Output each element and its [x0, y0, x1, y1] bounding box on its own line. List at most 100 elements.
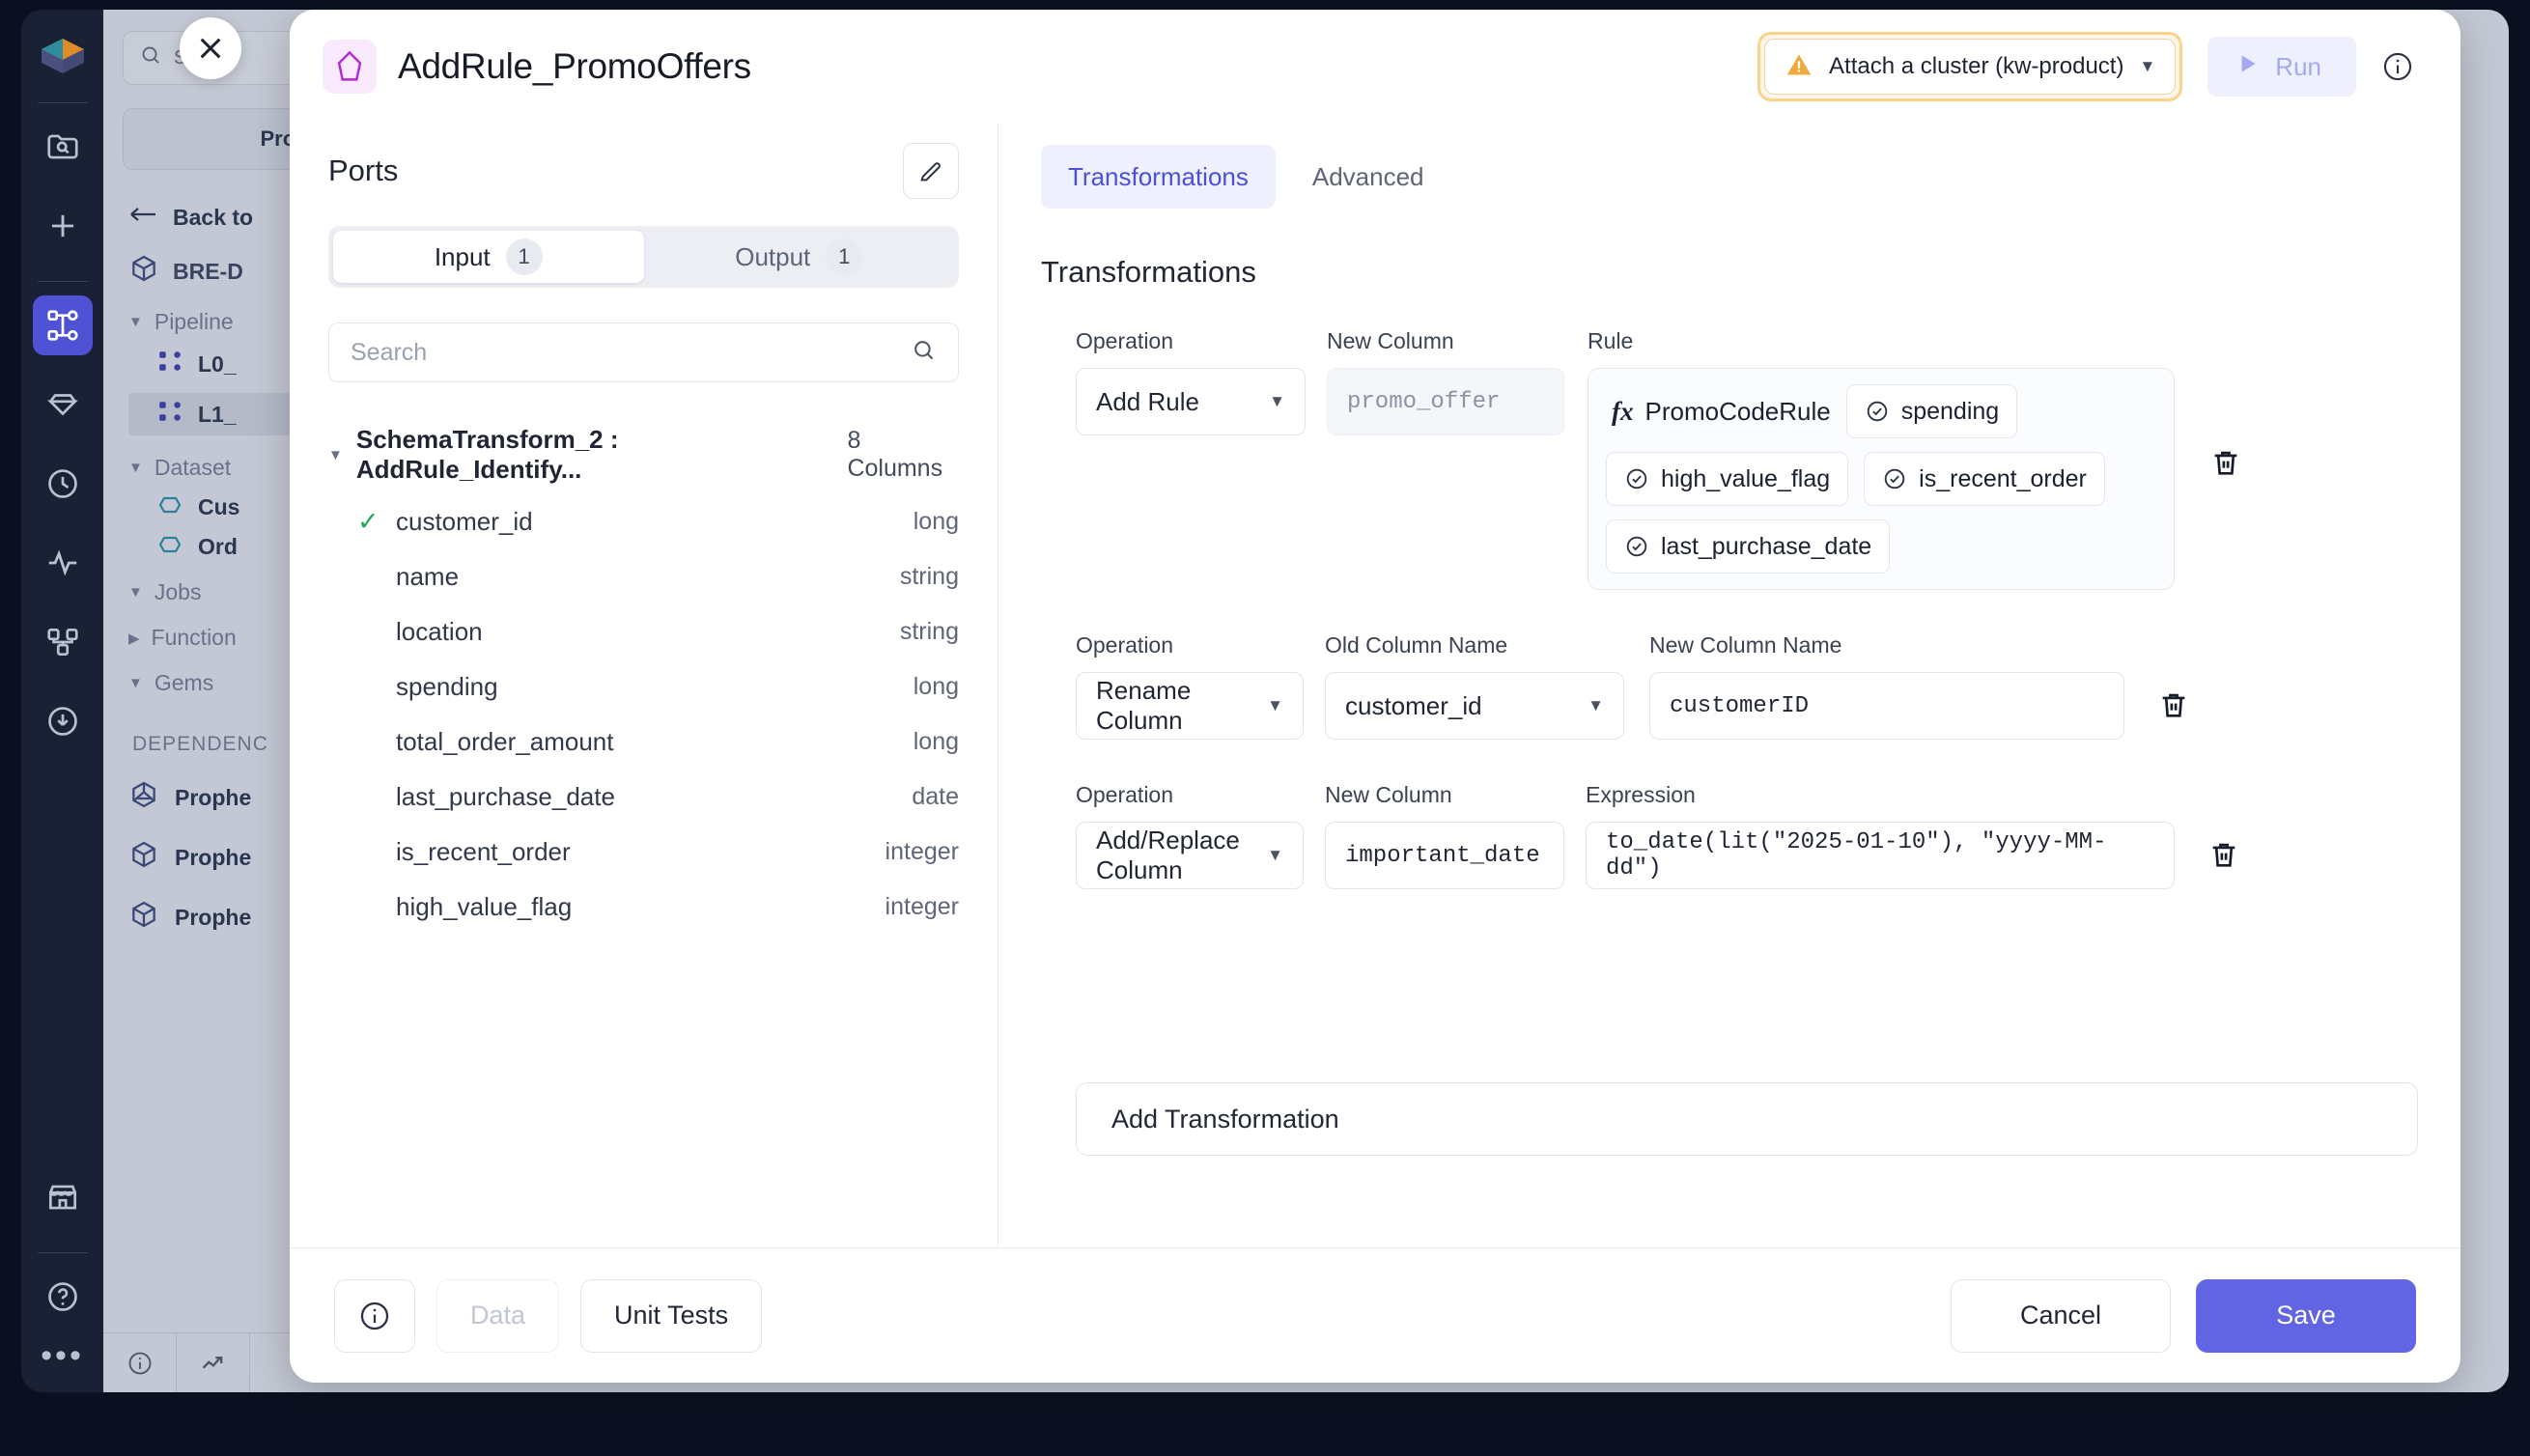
- chevron-down-icon: ▼: [1588, 696, 1604, 714]
- rule-label: Rule: [1588, 328, 1634, 353]
- schema-columns-count: 8 Columns: [847, 427, 943, 482]
- rule-function[interactable]: fx PromoCodeRule: [1606, 397, 1831, 427]
- tab-advanced[interactable]: Advanced: [1285, 145, 1451, 209]
- storefront-icon[interactable]: [33, 1167, 93, 1227]
- gem-config-modal: AddRule_PromoOffers Attach a cluster (kw…: [290, 10, 2460, 1383]
- caret-down-icon: ▼: [128, 584, 143, 601]
- rule-chip[interactable]: is_recent_order: [1864, 452, 2105, 506]
- ports-search[interactable]: [328, 322, 959, 382]
- delete-transformation-button[interactable]: [2200, 436, 2252, 489]
- diamond-icon[interactable]: [33, 375, 93, 434]
- column-type: long: [913, 673, 959, 700]
- tree-group-label: Jobs: [154, 579, 202, 604]
- tree-group-label: Function: [151, 625, 237, 650]
- plus-icon[interactable]: [33, 196, 93, 256]
- data-button[interactable]: Data: [436, 1278, 560, 1353]
- caret-down-icon[interactable]: ▼: [328, 447, 343, 463]
- column-type: date: [912, 783, 959, 810]
- cancel-button[interactable]: Cancel: [1951, 1278, 2171, 1353]
- rule-chip[interactable]: last_purchase_date: [1606, 519, 1891, 574]
- tab-output[interactable]: Output 1: [644, 231, 955, 283]
- column-row[interactable]: last_purchase_date date: [328, 770, 959, 825]
- tab-input[interactable]: Input 1: [333, 231, 644, 283]
- download-circle-icon[interactable]: [33, 691, 93, 751]
- operation-value: Add/Replace Column: [1096, 826, 1240, 884]
- search-icon: [139, 43, 162, 72]
- expression-input[interactable]: to_date(lit("2025-01-10"), "yyyy-MM-dd"): [1586, 822, 2175, 889]
- tree-group-label: Pipeline: [154, 309, 234, 334]
- column-name: high_value_flag: [396, 892, 573, 921]
- clock-icon[interactable]: [33, 454, 93, 514]
- save-button[interactable]: Save: [2196, 1278, 2416, 1353]
- operation-label: Operation: [1076, 782, 1174, 807]
- ports-panel: Ports Input 1 Output 1 Search ▼ SchemaTr…: [290, 124, 998, 1247]
- info-circle-icon[interactable]: [2381, 50, 2414, 83]
- new-column-label: New Column: [1327, 328, 1454, 353]
- transformation-row-add-rule: Operation Add Rule ▼ New Column promo_of…: [1076, 328, 2418, 590]
- new-column-name-label: New Column Name: [1649, 632, 1842, 658]
- column-row[interactable]: ✓ customer_id long: [328, 494, 959, 549]
- rule-field: Rule fx PromoCodeRule spending high_valu…: [1588, 328, 2175, 590]
- column-name: is_recent_order: [396, 837, 571, 866]
- column-row[interactable]: location string: [328, 604, 959, 659]
- schema-header-row[interactable]: ▼ SchemaTransform_2 : AddRule_Identify..…: [328, 425, 959, 485]
- folder-search-icon[interactable]: [33, 117, 93, 177]
- old-column-value: customer_id: [1345, 690, 1482, 720]
- ellipsis-icon[interactable]: •••: [41, 1339, 84, 1372]
- attach-cluster-button[interactable]: Attach a cluster (kw-product) ▼: [1764, 39, 2177, 95]
- column-type: string: [899, 563, 959, 590]
- pipeline-icon: [157, 349, 183, 379]
- lineage-icon[interactable]: [33, 612, 93, 672]
- search-input[interactable]: [351, 338, 911, 367]
- operation-select[interactable]: Add Rule ▼: [1076, 368, 1306, 435]
- footer-info-button[interactable]: [334, 1278, 415, 1353]
- operation-select[interactable]: Rename Column ▼: [1076, 672, 1304, 740]
- attach-cluster-label: Attach a cluster (kw-product): [1829, 53, 2124, 79]
- project-root-label: BRE-D: [173, 258, 243, 284]
- run-button[interactable]: Run: [2207, 37, 2356, 97]
- delete-transformation-button[interactable]: [2198, 828, 2250, 881]
- question-circle-icon[interactable]: [33, 1267, 93, 1327]
- new-column-input[interactable]: important_date: [1325, 822, 1564, 889]
- expression-label: Expression: [1586, 782, 1696, 807]
- old-column-select[interactable]: customer_id ▼: [1325, 672, 1624, 740]
- sidebar-item-pipelines[interactable]: [32, 295, 93, 355]
- column-name: location: [396, 617, 483, 646]
- trend-arrow-icon[interactable]: [177, 1332, 250, 1392]
- dependency-label: Prophe: [175, 784, 252, 810]
- delete-transformation-button[interactable]: [2148, 679, 2200, 731]
- column-type: long: [913, 728, 959, 755]
- operation-select[interactable]: Add/Replace Column ▼: [1076, 822, 1304, 889]
- chevron-down-icon: ▼: [1269, 392, 1285, 410]
- column-row[interactable]: spending long: [328, 659, 959, 714]
- chevron-down-icon: ▼: [1267, 846, 1283, 864]
- unit-tests-button[interactable]: Unit Tests: [580, 1278, 763, 1353]
- tab-input-count: 1: [505, 238, 543, 275]
- play-icon: [2235, 50, 2260, 84]
- rule-chip[interactable]: spending: [1845, 384, 2018, 438]
- column-row[interactable]: name string: [328, 549, 959, 604]
- info-circle-icon[interactable]: [103, 1332, 177, 1392]
- rule-chip[interactable]: high_value_flag: [1606, 452, 1849, 506]
- column-row[interactable]: high_value_flag integer: [328, 880, 959, 935]
- operation-label: Operation: [1076, 632, 1174, 658]
- new-column-name-input[interactable]: customerID: [1649, 672, 2124, 740]
- caret-down-icon: ▼: [128, 314, 143, 330]
- tab-transformations[interactable]: Transformations: [1041, 145, 1276, 209]
- close-modal-button[interactable]: [180, 17, 241, 79]
- pipeline-icon: [157, 399, 183, 430]
- activity-icon[interactable]: [33, 533, 93, 593]
- check-circle-icon: [1624, 466, 1649, 491]
- new-column-input[interactable]: promo_offer: [1327, 368, 1564, 435]
- column-row[interactable]: total_order_amount long: [328, 714, 959, 770]
- warning-triangle-icon: [1785, 51, 1813, 83]
- edit-ports-button[interactable]: [903, 143, 959, 199]
- column-name: customer_id: [396, 507, 533, 536]
- column-row[interactable]: is_recent_order integer: [328, 825, 959, 880]
- tree-group-label: Dataset: [154, 455, 232, 480]
- rule-box[interactable]: fx PromoCodeRule spending high_value_fla…: [1588, 368, 2175, 590]
- back-to-label: Back to: [173, 204, 254, 230]
- add-transformation-button[interactable]: Add Transformation: [1076, 1082, 2418, 1156]
- pane-tab-group: Transformations Advanced: [1041, 145, 2418, 209]
- operation-label: Operation: [1076, 328, 1174, 353]
